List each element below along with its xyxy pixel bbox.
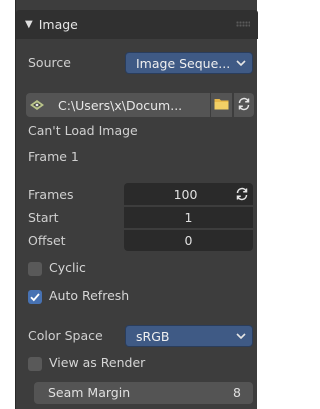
filepath-text: C:\Users\x\Docum...: [58, 97, 183, 113]
color-space-dropdown[interactable]: sRGB: [125, 325, 253, 347]
chevron-down-icon: [236, 56, 246, 73]
triangle-down-icon[interactable]: ▼: [25, 19, 33, 30]
start-field[interactable]: 1: [124, 206, 253, 228]
image-texture-icon[interactable]: [26, 93, 48, 117]
open-file-button[interactable]: [210, 93, 232, 117]
grip-icon[interactable]: [236, 21, 250, 27]
filepath-row: C:\Users\x\Docum...: [26, 93, 254, 117]
color-space-label: Color Space: [28, 328, 103, 343]
offset-label: Offset: [28, 233, 66, 248]
image-panel: ▼ Image Source Image Seque... C:\Users\x…: [15, 0, 258, 409]
frames-label: Frames: [28, 187, 74, 202]
checkmark-icon: [30, 293, 40, 302]
reload-button[interactable]: [233, 93, 254, 117]
view-as-render-label[interactable]: View as Render: [49, 355, 145, 370]
auto-refresh-label[interactable]: Auto Refresh: [49, 288, 129, 303]
source-dropdown[interactable]: Image Seque...: [125, 52, 253, 74]
chevron-down-icon: [236, 329, 246, 346]
source-label: Source: [28, 55, 71, 70]
frames-value: 100: [173, 186, 198, 202]
start-label: Start: [28, 210, 59, 225]
panel-header[interactable]: ▼ Image: [16, 10, 258, 39]
seam-margin-label: Seam Margin: [48, 385, 131, 400]
seam-margin-field[interactable]: Seam Margin 8: [34, 382, 253, 404]
start-value: 1: [184, 210, 193, 225]
panel-title: Image: [38, 17, 78, 32]
cyclic-label[interactable]: Cyclic: [49, 260, 86, 275]
seam-margin-value: 8: [233, 385, 241, 400]
filepath-field[interactable]: C:\Users\x\Docum...: [26, 93, 210, 117]
source-value: Image Seque...: [136, 55, 231, 71]
offset-value: 0: [184, 233, 193, 248]
auto-refresh-checkbox[interactable]: [28, 290, 42, 304]
frame-status: Frame 1: [28, 149, 79, 164]
folder-icon: [214, 98, 229, 113]
frames-reload-icon[interactable]: [235, 187, 249, 204]
offset-field[interactable]: 0: [124, 229, 253, 251]
view-as-render-checkbox[interactable]: [28, 357, 42, 371]
color-space-value: sRGB: [136, 328, 170, 344]
reload-icon: [237, 97, 251, 114]
cyclic-checkbox[interactable]: [28, 262, 42, 276]
frames-field[interactable]: 100: [124, 183, 253, 205]
status-message: Can't Load Image: [28, 123, 138, 138]
